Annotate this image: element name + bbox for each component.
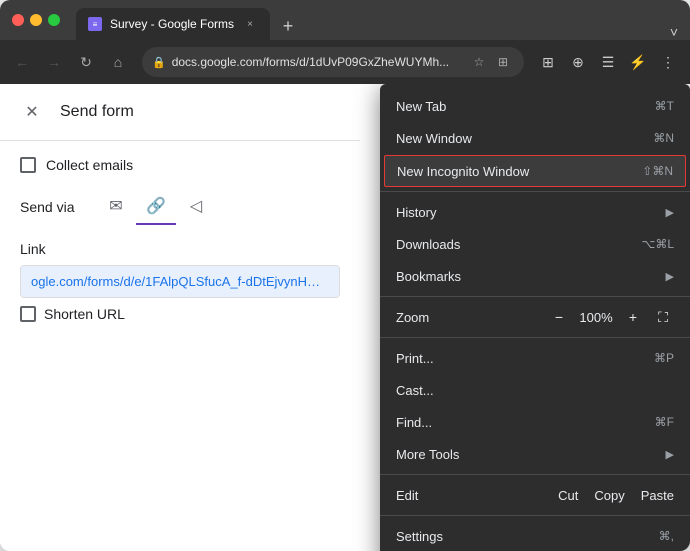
menu-item-edit-row: Edit Cut Copy Paste <box>380 479 690 511</box>
zoom-value: 100% <box>578 310 614 325</box>
menu-item-history[interactable]: History ▶ <box>380 196 690 228</box>
menu-item-find[interactable]: Find... ⌘F <box>380 406 690 438</box>
zoom-fullscreen-button[interactable]: ⛶ <box>652 306 674 328</box>
tab-favicon: ≡ <box>88 17 102 31</box>
tab-title: Survey - Google Forms <box>110 17 234 31</box>
copy-button[interactable]: Copy <box>594 488 624 503</box>
extensions-button[interactable]: ⊞ <box>534 48 562 76</box>
content-area: ✕ Send form Collect emails Send via ✉ 🔗 … <box>0 84 690 551</box>
menu-item-new-incognito[interactable]: New Incognito Window ⇧⌘N <box>384 155 686 187</box>
context-menu-overlay: New Tab ⌘T New Window ⌘N New Incognito W… <box>0 84 690 551</box>
zoom-controls: − 100% + ⛶ <box>548 306 674 328</box>
close-traffic-light[interactable] <box>12 14 24 26</box>
menu-item-settings[interactable]: Settings ⌘, <box>380 520 690 551</box>
menu-item-zoom: Zoom − 100% + ⛶ <box>380 301 690 333</box>
forward-button[interactable]: → <box>40 48 68 76</box>
menu-separator-1 <box>380 191 690 192</box>
menu-item-bookmarks[interactable]: Bookmarks ▶ <box>380 260 690 292</box>
menu-item-print[interactable]: Print... ⌘P <box>380 342 690 374</box>
menu-item-downloads[interactable]: Downloads ⌥⌘L <box>380 228 690 260</box>
toolbar: ← → ↻ ⌂ 🔒 docs.google.com/forms/d/1dUvP0… <box>0 40 690 84</box>
reload-button[interactable]: ↻ <box>72 48 100 76</box>
menu-item-new-window[interactable]: New Window ⌘N <box>380 122 690 154</box>
paste-button[interactable]: Paste <box>641 488 674 503</box>
address-actions: ☆ ⊞ <box>468 51 514 73</box>
menu-item-new-tab[interactable]: New Tab ⌘T <box>380 90 690 122</box>
bookmark-button[interactable]: ☆ <box>468 51 490 73</box>
tabs-area: ≡ Survey - Google Forms × + ˅ <box>76 0 678 40</box>
cut-button[interactable]: Cut <box>558 488 578 503</box>
lock-icon: 🔒 <box>152 56 166 69</box>
new-tab-button[interactable]: + <box>274 12 302 40</box>
address-text: docs.google.com/forms/d/1dUvP09GxZheWUYM… <box>172 55 462 69</box>
zoom-in-button[interactable]: + <box>622 306 644 328</box>
address-bar[interactable]: 🔒 docs.google.com/forms/d/1dUvP09GxZheWU… <box>142 47 524 77</box>
chrome-labs-button[interactable]: ⊕ <box>564 48 592 76</box>
browser-window: ≡ Survey - Google Forms × + ˅ ← → ↻ ⌂ 🔒 … <box>0 0 690 551</box>
active-tab[interactable]: ≡ Survey - Google Forms × <box>76 8 270 40</box>
traffic-lights <box>12 14 60 26</box>
menu-separator-3 <box>380 337 690 338</box>
menu-separator-2 <box>380 296 690 297</box>
title-bar: ≡ Survey - Google Forms × + ˅ <box>0 0 690 40</box>
menu-item-cast[interactable]: Cast... <box>380 374 690 406</box>
tune-button[interactable]: ⊞ <box>492 51 514 73</box>
maximize-traffic-light[interactable] <box>48 14 60 26</box>
tab-close-button[interactable]: × <box>242 16 258 32</box>
menu-item-more-tools[interactable]: More Tools ▶ <box>380 438 690 470</box>
minimize-traffic-light[interactable] <box>30 14 42 26</box>
profile-button[interactable]: ☰ <box>594 48 622 76</box>
menu-separator-4 <box>380 474 690 475</box>
zoom-out-button[interactable]: − <box>548 306 570 328</box>
toolbar-right: ⊞ ⊕ ☰ ⚡ ⋮ <box>534 48 682 76</box>
context-menu: New Tab ⌘T New Window ⌘N New Incognito W… <box>380 84 690 551</box>
home-button[interactable]: ⌂ <box>104 48 132 76</box>
back-button[interactable]: ← <box>8 48 36 76</box>
menu-button[interactable]: ⋮ <box>654 48 682 76</box>
menu-separator-5 <box>380 515 690 516</box>
lightning-button[interactable]: ⚡ <box>624 48 652 76</box>
tab-overflow-button[interactable]: ˅ <box>670 24 678 40</box>
